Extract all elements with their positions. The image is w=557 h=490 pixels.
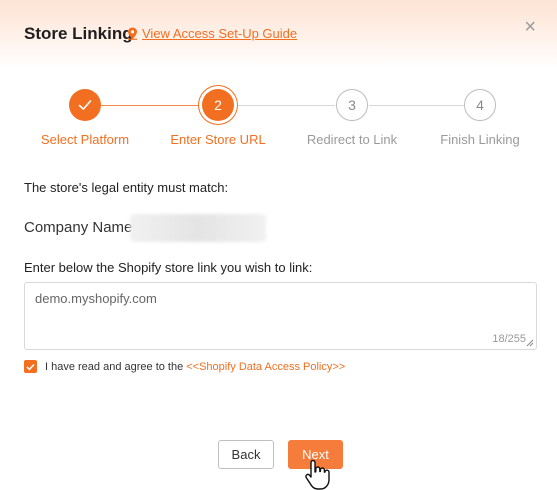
- step-1-label: Select Platform: [40, 132, 130, 147]
- agree-checkbox[interactable]: [24, 360, 37, 373]
- step-2-label: Enter Store URL: [170, 132, 266, 147]
- step-connector-1: [101, 105, 200, 106]
- store-link-value: demo.myshopify.com: [35, 291, 157, 306]
- company-name-redacted: [130, 214, 266, 242]
- data-access-policy-link[interactable]: <<Shopify Data Access Policy>>: [186, 361, 345, 373]
- store-link-textarea[interactable]: demo.myshopify.com 18/255: [24, 282, 537, 350]
- step-1-check-icon: [69, 89, 101, 121]
- step-2-indicator: 2: [202, 89, 234, 121]
- step-3-indicator: 3: [336, 89, 368, 121]
- checkmark-icon: [26, 363, 35, 370]
- back-button[interactable]: Back: [218, 440, 274, 469]
- store-linking-dialog: Store Linking View Access Set-Up Guide ×…: [0, 0, 557, 490]
- dialog-header: Store Linking View Access Set-Up Guide ×: [0, 0, 557, 68]
- dialog-title: Store Linking: [24, 24, 133, 43]
- agree-text: I have read and agree to the: [45, 360, 184, 373]
- resize-handle-icon[interactable]: [526, 339, 534, 347]
- legal-entity-notice: The store's legal entity must match:: [24, 180, 229, 195]
- progress-stepper: 2 3 4 Select Platform Enter Store URL Re…: [0, 86, 557, 156]
- step-3-label: Redirect to Link: [306, 132, 398, 147]
- view-guide-label: View Access Set-Up Guide: [142, 26, 298, 41]
- store-link-label: Enter below the Shopify store link you w…: [24, 260, 313, 275]
- step-4-indicator: 4: [464, 89, 496, 121]
- step-connector-2: [234, 105, 335, 106]
- char-counter: 18/255: [492, 333, 526, 345]
- close-icon[interactable]: ×: [524, 17, 536, 37]
- location-pin-icon: [127, 27, 138, 40]
- company-name-label: Company Name:: [24, 219, 137, 236]
- view-guide-link[interactable]: View Access Set-Up Guide: [127, 26, 297, 41]
- step-connector-3: [369, 105, 464, 106]
- agreement-row: I have read and agree to the <<Shopify D…: [24, 360, 345, 373]
- hand-pointer-icon: [305, 459, 330, 490]
- step-4-label: Finish Linking: [440, 132, 520, 147]
